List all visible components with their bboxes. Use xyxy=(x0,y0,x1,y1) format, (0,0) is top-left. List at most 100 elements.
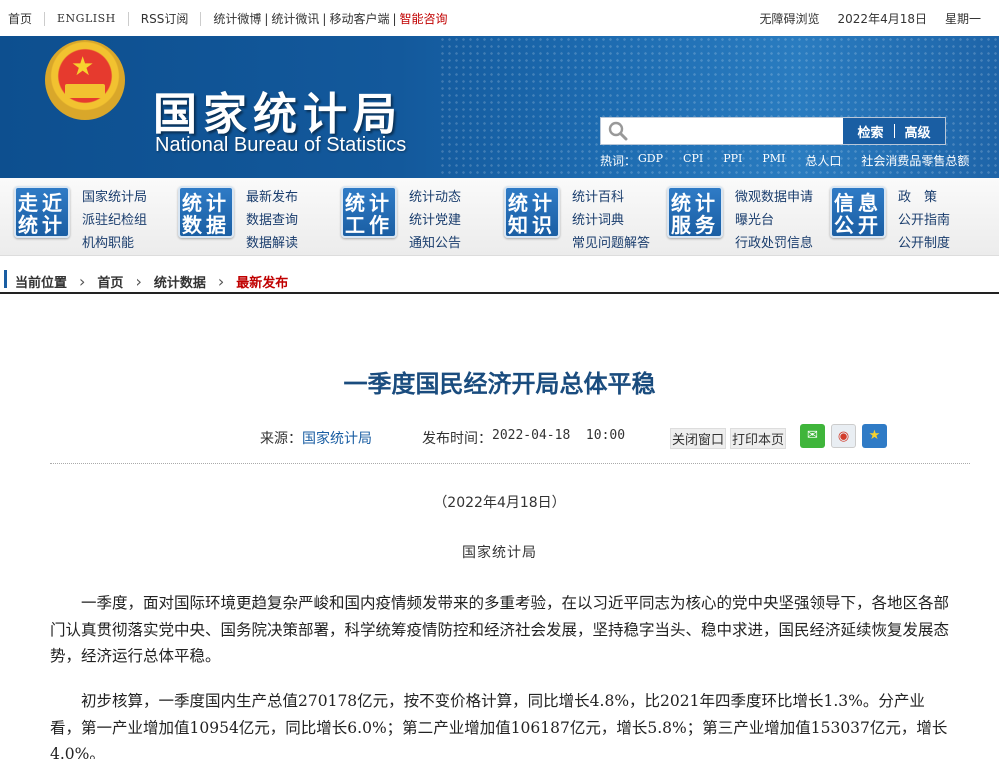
search-buttons: 检索 高级 xyxy=(843,118,945,144)
nav-links: 统计动态 统计党建 通知公告 xyxy=(409,186,461,255)
hot-word[interactable]: PMI xyxy=(762,152,785,169)
nav-links: 统计百科 统计词典 常见问题解答 xyxy=(572,186,650,255)
top-utility-bar: 首页 ENGLISH RSS订阅 统计微博 | 统计微讯 | 移动客户端 | 智能咨询 无障… xyxy=(0,0,999,36)
current-date: 2022年4月18日 xyxy=(837,12,927,26)
weibo-link[interactable]: 统计微博 xyxy=(213,12,261,26)
close-window-button[interactable]: 关闭窗口 xyxy=(670,428,727,449)
chevron-right-icon: › xyxy=(217,271,225,291)
nav-link[interactable]: 通知公告 xyxy=(409,232,461,255)
search-button[interactable]: 检索 xyxy=(857,122,883,141)
divider: | xyxy=(264,12,269,26)
nav-link[interactable]: 常见问题解答 xyxy=(572,232,650,255)
hot-word[interactable]: 社会消费品零售总额 xyxy=(861,152,969,169)
nav-link[interactable]: 统计百科 xyxy=(572,186,650,209)
chevron-right-icon: › xyxy=(79,271,86,291)
home-link[interactable]: 首页 xyxy=(8,10,32,27)
article-actions: 关闭窗口 打印本页 xyxy=(670,428,787,449)
source-link[interactable]: 国家统计局 xyxy=(302,428,372,448)
article-dateline: （2022年4月18日） xyxy=(433,495,566,511)
nav-link[interactable]: 国家统计局 xyxy=(82,186,147,209)
rss-link[interactable]: RSS订阅 xyxy=(141,10,189,27)
hot-word[interactable]: 总人口 xyxy=(805,152,841,169)
nav-links: 微观数据申请 曝光台 行政处罚信息 xyxy=(735,186,813,255)
nav-link[interactable]: 公开制度 xyxy=(898,232,950,255)
print-button[interactable]: 打印本页 xyxy=(730,428,787,449)
breadcrumb: 当前位置 › 首页 › 统计数据 › 最新发布 xyxy=(0,264,999,294)
smart-consult-link[interactable]: 智能咨询 xyxy=(400,12,448,26)
accessible-browse-link[interactable]: 无障碍浏览 xyxy=(760,10,820,27)
nav-link[interactable]: 数据解读 xyxy=(246,232,298,255)
nav-icon-service[interactable]: 统计 服务 xyxy=(667,186,723,238)
social-links: 统计微博 | 统计微讯 | 移动客户端 | 智能咨询 xyxy=(213,10,447,27)
nav-link[interactable]: 公开指南 xyxy=(898,209,950,232)
article-meta: 来源： 国家统计局 发布时间： 2022-04-18 10:00 xyxy=(260,428,625,448)
national-emblem-icon: ★ xyxy=(45,40,125,120)
top-links: 首页 ENGLISH RSS订阅 统计微博 | 统计微讯 | 移动客户端 | 智能咨询 xyxy=(8,10,448,27)
main-nav: 走近 统计 国家统计局 派驻纪检组 机构职能 统计 数据 最新发布 数据查询 数据解… xyxy=(0,178,999,256)
search-box: 检索 高级 xyxy=(600,117,946,145)
wechat-share-icon[interactable]: ✉ xyxy=(800,424,825,448)
nav-links: 最新发布 数据查询 数据解读 xyxy=(246,186,298,255)
article-title: 一季度国民经济开局总体平稳 xyxy=(343,370,656,398)
nav-link[interactable]: 统计词典 xyxy=(572,209,650,232)
meta-divider xyxy=(50,463,970,464)
weibo-share-icon[interactable]: ◉ xyxy=(831,424,856,448)
hot-word[interactable]: GDP xyxy=(638,152,663,169)
article-paragraph: 一季度，面对国际环境更趋复杂严峻和国内疫情频发带来的多重考验，在以习近平同志为核… xyxy=(50,594,950,665)
nav-icon-about[interactable]: 走近 统计 xyxy=(14,186,70,238)
english-link[interactable]: ENGLISH xyxy=(57,12,116,25)
qzone-share-icon[interactable]: ★ xyxy=(862,424,887,448)
hot-words-label: 热词： xyxy=(600,154,637,168)
divider xyxy=(44,11,46,26)
divider xyxy=(127,11,129,26)
breadcrumb-items: 当前位置 › 首页 › 统计数据 › 最新发布 xyxy=(15,272,288,291)
breadcrumb-current[interactable]: 最新发布 xyxy=(236,272,288,291)
mobile-client-link[interactable]: 移动客户端 xyxy=(329,12,389,26)
article-paragraph: 初步核算，一季度国内生产总值270178亿元，按不变价格计算，同比增长4.8%，… xyxy=(50,692,948,759)
current-weekday: 星期一 xyxy=(944,12,981,26)
hot-word[interactable]: PPI xyxy=(723,152,742,169)
nav-icon-disclosure[interactable]: 信息 公开 xyxy=(830,186,886,238)
nav-link[interactable]: 机构职能 xyxy=(82,232,147,255)
time-label: 发布时间： xyxy=(422,431,492,447)
nav-icon-data[interactable]: 统计 数据 xyxy=(178,186,234,238)
hot-word[interactable]: CPI xyxy=(683,152,703,169)
nav-link[interactable]: 数据查询 xyxy=(246,209,298,232)
nav-links: 政 策 公开指南 公开制度 xyxy=(898,186,950,255)
breadcrumb-home[interactable]: 首页 xyxy=(97,272,123,291)
divider xyxy=(893,124,895,138)
nav-links: 国家统计局 派驻纪检组 机构职能 xyxy=(82,186,147,255)
source-label: 来源： xyxy=(260,431,302,447)
nav-icon-knowledge[interactable]: 统计 知识 xyxy=(504,186,560,238)
publish-time: 2022-04-18 10:00 xyxy=(492,428,626,443)
nav-link[interactable]: 最新发布 xyxy=(246,186,298,209)
article-byline: 国家统计局 xyxy=(462,545,537,561)
breadcrumb-marker xyxy=(4,270,7,288)
nav-link[interactable]: 行政处罚信息 xyxy=(735,232,813,255)
search-icon xyxy=(608,121,628,141)
nav-link[interactable]: 派驻纪检组 xyxy=(82,209,147,232)
wechat-link[interactable]: 统计微讯 xyxy=(271,12,319,26)
top-right-info: 无障碍浏览 2022年4月18日 星期一 xyxy=(760,10,981,27)
nav-link[interactable]: 曝光台 xyxy=(735,209,813,232)
breadcrumb-data[interactable]: 统计数据 xyxy=(154,272,206,291)
breadcrumb-label: 当前位置 xyxy=(15,276,68,291)
gate-icon xyxy=(65,84,105,98)
hot-words: 热词： GDP CPI PPI PMI 总人口 社会消费品零售总额 xyxy=(600,152,989,169)
star-icon: ★ xyxy=(71,52,95,82)
nav-icon-work[interactable]: 统计 工作 xyxy=(341,186,397,238)
site-title-cn[interactable]: 国家统计局 xyxy=(153,78,403,142)
divider: | xyxy=(392,12,397,26)
nav-link[interactable]: 微观数据申请 xyxy=(735,186,813,209)
divider xyxy=(200,11,202,26)
chevron-right-icon: › xyxy=(135,271,142,291)
site-title-en: National Bureau of Statistics xyxy=(155,134,407,156)
nav-link[interactable]: 统计党建 xyxy=(409,209,461,232)
nav-link[interactable]: 政 策 xyxy=(898,186,950,209)
share-buttons: ✉ ◉ ★ xyxy=(800,424,887,448)
advanced-search-button[interactable]: 高级 xyxy=(905,122,931,141)
nav-link[interactable]: 统计动态 xyxy=(409,186,461,209)
search-input[interactable] xyxy=(633,118,843,144)
divider: | xyxy=(322,12,327,26)
